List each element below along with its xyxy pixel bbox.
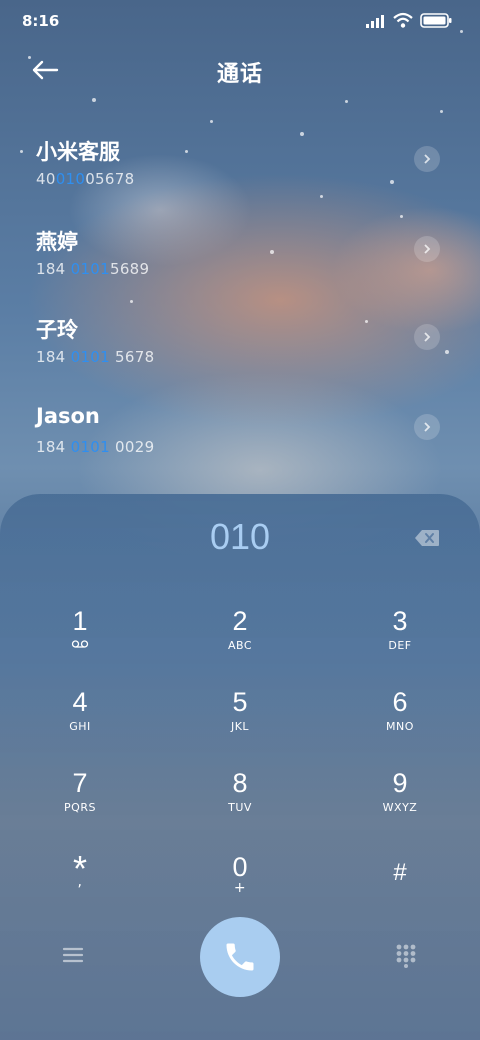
key-0[interactable]: 0 + — [185, 852, 295, 914]
dialpad-toggle-button[interactable] — [395, 944, 417, 968]
delete-button[interactable] — [414, 528, 440, 548]
key-1[interactable]: 1 — [25, 606, 135, 668]
key-2[interactable]: 2 ABC — [185, 606, 295, 668]
contact-item[interactable]: 小米客服 4001005678 — [0, 136, 480, 216]
key-9[interactable]: 9 WXYZ — [345, 768, 455, 830]
contact-name: Jason — [36, 404, 100, 428]
key-6[interactable]: 6 MNO — [345, 687, 455, 749]
contact-name: 燕婷 — [36, 230, 78, 254]
menu-icon — [62, 947, 84, 963]
chevron-right-icon — [424, 154, 431, 164]
contact-item[interactable]: 子玲 184 0101 5678 — [0, 314, 480, 394]
menu-button[interactable] — [60, 944, 86, 966]
contact-detail-button[interactable] — [414, 414, 440, 440]
backspace-icon — [415, 530, 439, 546]
key-4[interactable]: 4 GHI — [25, 687, 135, 749]
call-button[interactable] — [200, 917, 280, 997]
voicemail-icon — [25, 638, 135, 654]
contact-number: 184 0101 5678 — [36, 348, 155, 366]
key-7[interactable]: 7 PQRS — [25, 768, 135, 830]
key-5[interactable]: 5 JKL — [185, 687, 295, 749]
key-8[interactable]: 8 TUV — [185, 768, 295, 830]
dialpad-icon — [396, 944, 416, 968]
page-title: 通话 — [216, 62, 263, 87]
contact-number: 184 0101 0029 — [36, 438, 155, 456]
status-bar: 8:16 — [0, 0, 480, 40]
phone-icon — [226, 943, 254, 971]
key-star[interactable]: * , — [25, 851, 135, 914]
contact-detail-button[interactable] — [414, 324, 440, 350]
contact-item[interactable]: 燕婷 184 01015689 — [0, 226, 480, 306]
chevron-right-icon — [424, 244, 431, 254]
chevron-right-icon — [424, 332, 431, 342]
contact-number: 184 01015689 — [36, 260, 150, 278]
contact-number: 4001005678 — [36, 170, 135, 188]
chevron-right-icon — [424, 422, 431, 432]
contact-item[interactable]: Jason 184 0101 0029 — [0, 404, 480, 484]
key-hash[interactable]: # — [345, 858, 455, 920]
contact-detail-button[interactable] — [414, 146, 440, 172]
battery-icon — [420, 13, 452, 28]
signal-icon — [366, 15, 384, 28]
wifi-icon — [393, 12, 413, 28]
status-time: 8:16 — [22, 12, 60, 30]
contact-detail-button[interactable] — [414, 236, 440, 262]
dialed-number: 010 — [209, 516, 271, 557]
contact-name: 子玲 — [36, 318, 78, 342]
key-3[interactable]: 3 DEF — [345, 606, 455, 668]
contact-name: 小米客服 — [36, 140, 120, 164]
